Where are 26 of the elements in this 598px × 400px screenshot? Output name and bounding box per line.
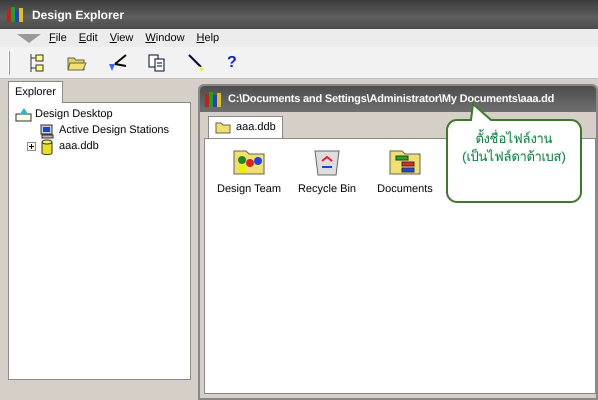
tree-item[interactable]: Active Design Stations [59,122,170,139]
tree-item[interactable]: aaa.ddb [59,138,99,155]
app-icon [6,6,24,23]
arrow-icon [16,31,42,45]
item-label[interactable]: Recycle Bin [298,181,356,198]
folder-icon [215,120,231,134]
window-title: Design Explorer [32,6,124,24]
menu-item[interactable]: Window [140,30,190,46]
item-label[interactable]: Documents [377,181,433,198]
help-button[interactable]: ? [224,50,240,74]
app-icon [204,90,222,108]
menu-item[interactable]: Edit [74,30,103,46]
computer-icon [39,122,56,138]
menu-item[interactable]: View [104,30,138,46]
tree-item[interactable]: Design Desktop [35,106,113,123]
menu-item[interactable]: Help [192,30,224,46]
copy-icon[interactable] [147,52,167,74]
expand-icon[interactable] [27,142,36,151]
window-title: C:\Documents and Settings\Administrator\My Documents\aaa.dd [228,92,554,107]
desktop-icon [15,106,32,122]
callout-text: ตั้งชื่อไฟล์งาน (เป็นไฟล์ดาต้าเบส) [461,130,567,166]
item-label[interactable]: Design Team [217,181,281,198]
document-tab[interactable]: aaa.ddb [208,116,283,138]
brush-icon[interactable] [187,52,207,74]
explorer-tab[interactable]: Explorer [8,81,63,102]
menu-item[interactable]: File [44,30,72,46]
